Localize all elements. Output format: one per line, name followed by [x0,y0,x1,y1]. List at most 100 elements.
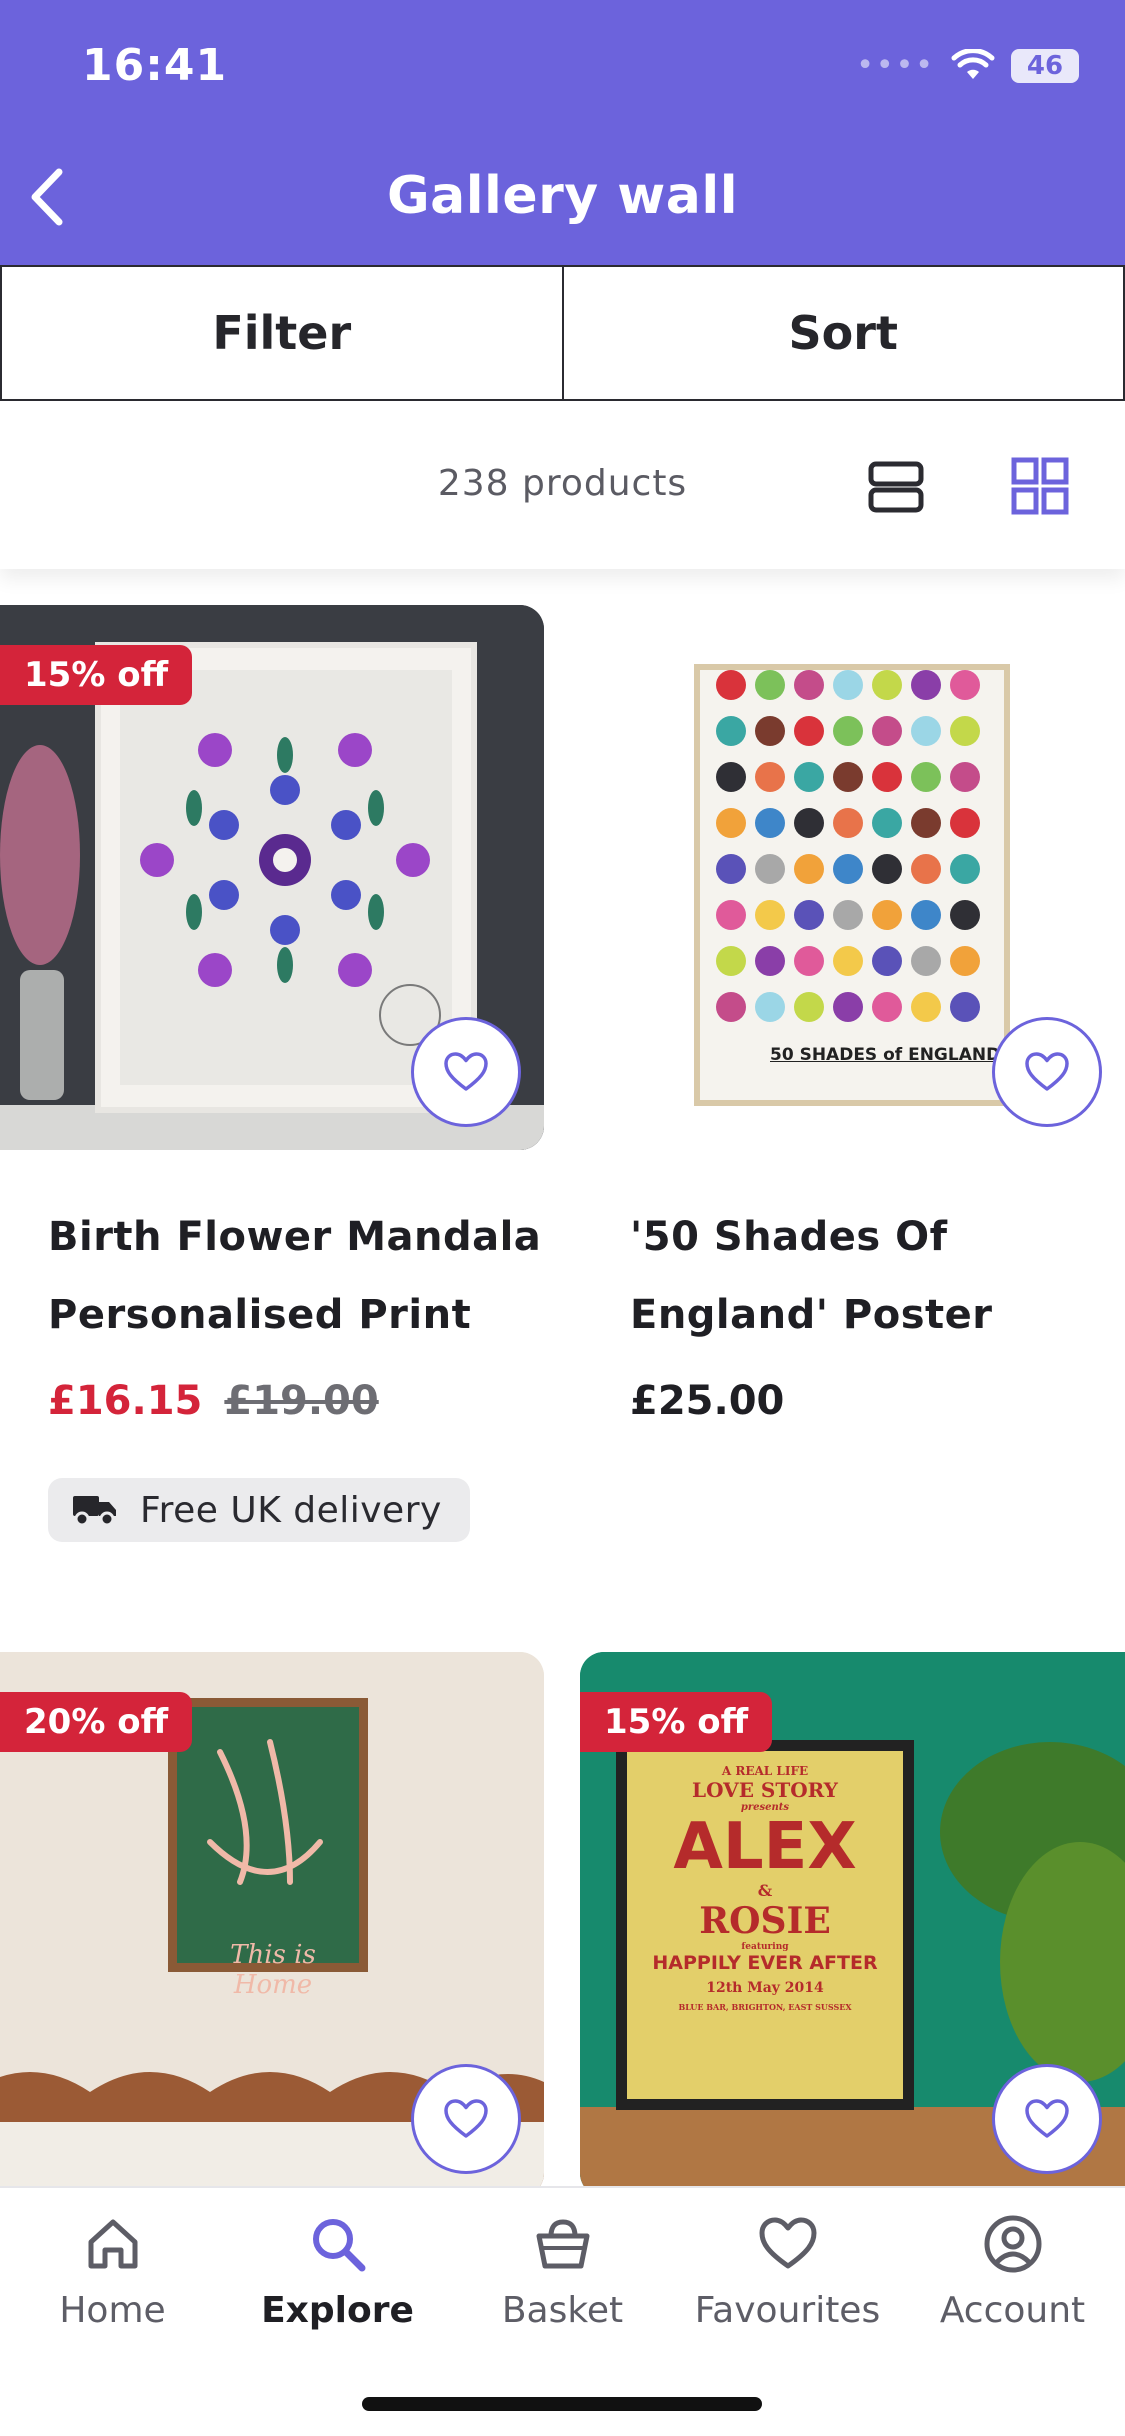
basket-icon [536,2219,589,2269]
filter-button[interactable]: Filter [0,265,564,401]
paint-swatch [794,670,824,700]
paint-swatch [755,670,785,700]
original-price: £19.00 [224,1378,379,1424]
paint-swatch [911,854,941,884]
paint-swatch [911,762,941,792]
discount-badge: 15% off [580,1692,773,1752]
nav-home[interactable]: Home [0,2212,225,2331]
paint-swatch [833,716,863,746]
paint-swatch [872,946,902,976]
heart-icon [1025,1052,1069,1091]
paint-swatch [872,670,902,700]
favourite-button[interactable] [411,2064,521,2174]
nav-label: Basket [501,2290,624,2331]
product-title[interactable]: Birth Flower Mandala Personalised Print [48,1198,541,1354]
paint-swatch [833,670,863,700]
paint-swatch [716,900,746,930]
paint-swatch [950,716,980,746]
paint-swatch [716,670,746,700]
poster-line: A REAL LIFE [721,1764,809,1778]
favourite-button[interactable] [411,1017,521,1127]
paint-swatch [755,762,785,792]
paint-swatch [833,992,863,1022]
paint-swatch [794,716,824,746]
paint-swatch [911,716,941,746]
nav-label: Home [59,2290,166,2331]
heart-icon [759,2217,816,2269]
account-icon [984,2215,1041,2273]
favourite-button[interactable] [992,1017,1102,1127]
sale-price: £16.15 [48,1378,203,1424]
paint-swatch [950,808,980,838]
app-header: 16:41 •••• 46 Gallery wall [0,0,1125,265]
home-indicator [362,2397,762,2411]
paint-swatch [833,900,863,930]
paint-swatch [950,946,980,976]
poster-line: LOVE STORY [692,1778,838,1802]
paint-swatch [755,900,785,930]
paint-swatch [950,992,980,1022]
list-view-icon[interactable] [868,459,924,515]
paint-swatch [716,808,746,838]
nav-explore[interactable]: Explore [225,2212,450,2331]
product-title-line2: Personalised Print [48,1292,472,1338]
heart-icon [444,2099,488,2138]
paint-swatch [911,900,941,930]
status-time: 16:41 [82,40,228,91]
discount-badge: 15% off [0,645,193,705]
paint-swatch [755,946,785,976]
paint-swatch [833,946,863,976]
poster-caption: 50 SHADES of ENGLAND [770,1045,1001,1065]
paint-swatch [872,808,902,838]
paint-swatch [716,946,746,976]
favourite-button[interactable] [992,2064,1102,2174]
paint-swatch [911,992,941,1022]
poster-line: featuring [741,1942,789,1952]
nav-label: Favourites [694,2290,881,2331]
paint-swatch [872,762,902,792]
truck-icon [73,1496,116,1527]
paint-swatch [794,900,824,930]
paint-swatch [794,762,824,792]
sort-button[interactable]: Sort [563,265,1125,401]
product-title-line2: England' Poster [630,1292,993,1338]
paint-swatch [716,992,746,1022]
discount-badge: 20% off [0,1692,193,1752]
results-bar: 238 products [0,401,1125,569]
paint-swatch [872,716,902,746]
poster-line: HAPPILY EVER AFTER [652,1952,878,1974]
heart-icon [1025,2099,1069,2138]
delivery-badge: Free UK delivery [48,1478,470,1542]
paint-swatch [833,854,863,884]
paint-swatch [794,992,824,1022]
status-icons: •••• 46 [856,48,1079,83]
paint-swatch [833,808,863,838]
poster-line: ALEX [673,1810,857,1884]
paint-swatch [833,762,863,792]
paint-swatch [716,762,746,792]
paint-swatch [755,854,785,884]
paint-swatch [911,808,941,838]
filter-sort-bar: Filter Sort [0,265,1125,401]
paint-swatch [911,670,941,700]
product-title[interactable]: '50 Shades Of England' Poster [630,1198,993,1354]
paint-swatch [794,854,824,884]
heart-icon [444,1052,488,1091]
nav-account[interactable]: Account [900,2212,1125,2331]
nav-favourites[interactable]: Favourites [675,2212,900,2331]
poster-line: BLUE BAR, BRIGHTON, EAST SUSSEX [678,2002,852,2012]
price-row: £16.15 £19.00 [48,1378,379,1424]
paint-swatch [950,670,980,700]
paint-swatch [872,854,902,884]
delivery-text: Free UK delivery [140,1489,442,1531]
paint-swatch [950,854,980,884]
paint-swatch [755,716,785,746]
paint-swatch [872,900,902,930]
poster-line: ROSIE [699,1900,831,1942]
nav-basket[interactable]: Basket [450,2212,675,2331]
battery-icon: 46 [1011,48,1079,83]
paint-swatch [794,946,824,976]
grid-view-icon[interactable] [1011,457,1069,515]
wifi-icon [951,48,995,79]
paint-swatch [755,992,785,1022]
